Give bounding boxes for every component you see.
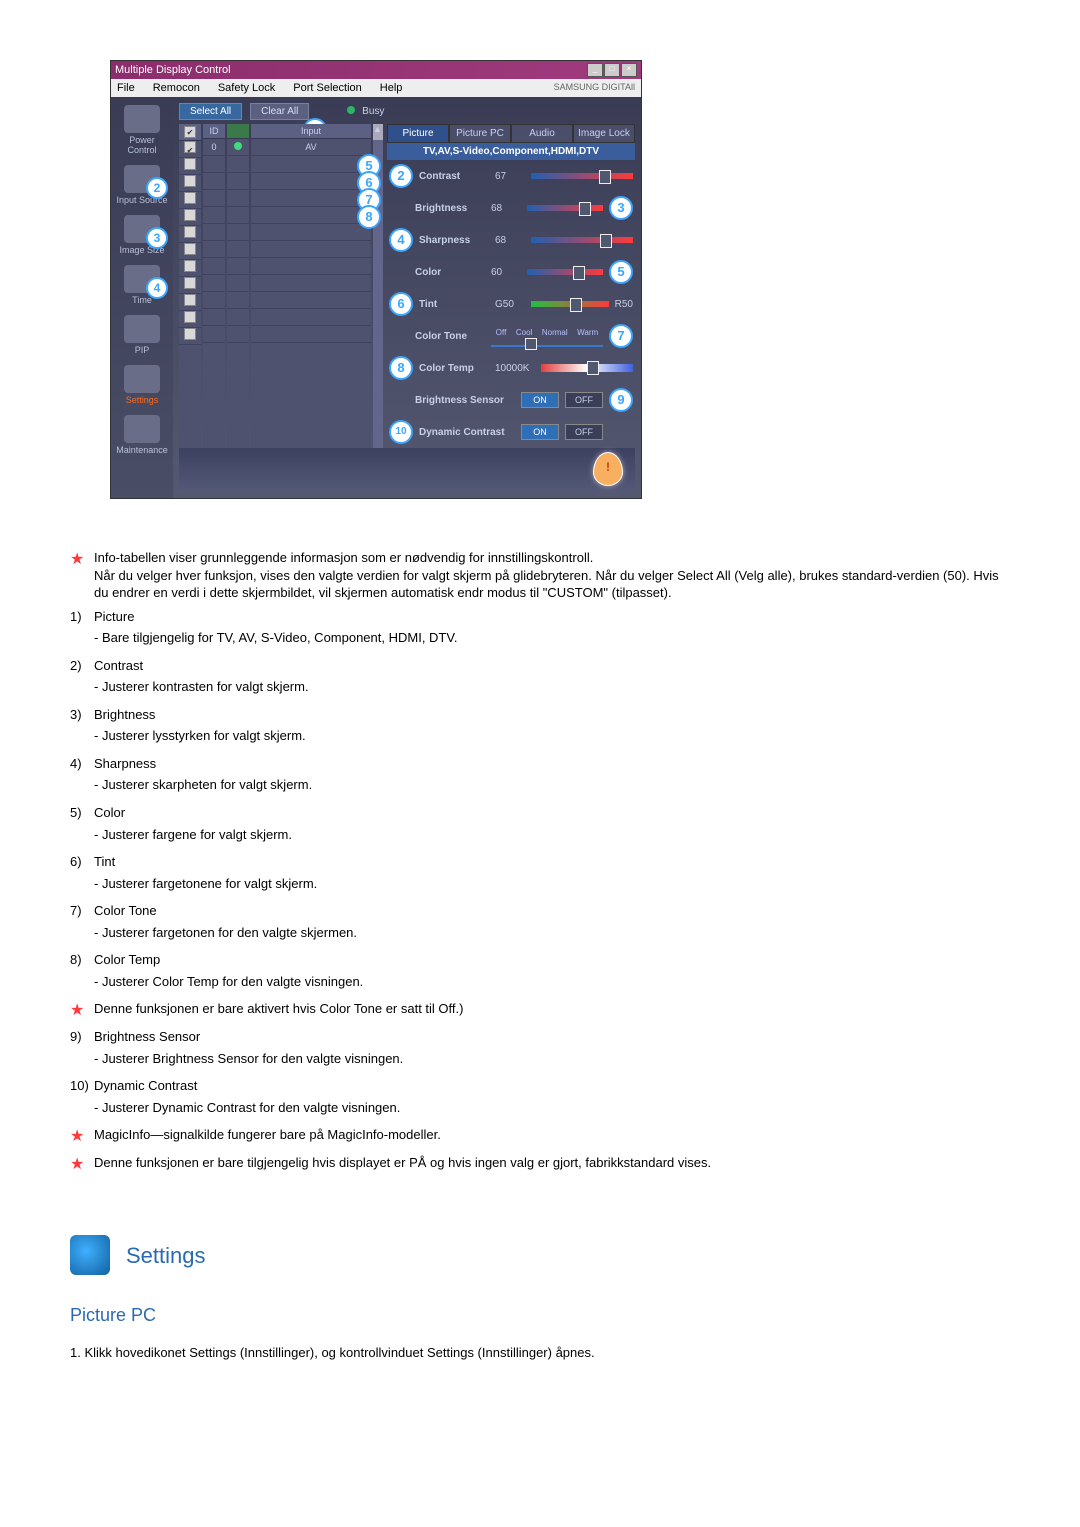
callout-contrast: 2 <box>389 164 413 188</box>
callout-brightness: 3 <box>609 196 633 220</box>
tint-slider[interactable] <box>531 301 609 307</box>
brightness-label: Brightness <box>415 203 485 214</box>
star-icon: ★ <box>70 549 94 602</box>
close-button[interactable]: × <box>621 63 637 77</box>
callout-sensor: 9 <box>609 388 633 412</box>
minimize-button[interactable]: _ <box>587 63 603 77</box>
callout-dynamic: 10 <box>389 420 413 444</box>
power-on-icon <box>234 142 242 150</box>
callout-8: 8 <box>357 205 381 229</box>
sidebar-item-time[interactable]: 4 Time <box>115 265 169 305</box>
menu-port-selection[interactable]: Port Selection <box>291 81 363 95</box>
tab-picture-pc[interactable]: Picture PC <box>449 124 511 143</box>
settings-section-icon <box>70 1235 110 1275</box>
table-col-checkbox <box>179 124 201 448</box>
header-checkbox[interactable] <box>184 126 196 138</box>
color-temp-slider[interactable] <box>541 364 633 372</box>
sharpness-value: 68 <box>495 235 525 246</box>
sidebar: Power Control 2 Input Source 3 Image Siz… <box>111 97 173 498</box>
maximize-button[interactable]: □ <box>604 63 620 77</box>
sidebar-item-pip[interactable]: PIP <box>115 315 169 355</box>
color-temp-label: Color Temp <box>419 363 489 374</box>
callout-tone: 7 <box>609 324 633 348</box>
time-icon: 4 <box>124 265 160 293</box>
table-col-input: Input AV 5 6 7 8 <box>251 124 371 448</box>
brightness-sensor-on[interactable]: ON <box>521 392 559 408</box>
clear-all-button[interactable]: Clear All <box>250 103 309 120</box>
menu-bar: File Remocon Safety Lock Port Selection … <box>111 79 641 97</box>
tab-image-lock[interactable]: Image Lock <box>573 124 635 143</box>
menu-file[interactable]: File <box>115 81 137 95</box>
dynamic-contrast-off[interactable]: OFF <box>565 424 603 440</box>
title-bar: Multiple Display Control _ □ × <box>111 61 641 79</box>
sidebar-item-settings[interactable]: Settings <box>115 365 169 405</box>
brightness-slider[interactable] <box>527 205 603 211</box>
image-size-icon: 3 <box>124 215 160 243</box>
brightness-sensor-off[interactable]: OFF <box>565 392 603 408</box>
callout-temp: 8 <box>389 356 413 380</box>
sidebar-item-maintenance[interactable]: Maintenance <box>115 415 169 455</box>
color-value: 60 <box>491 267 521 278</box>
busy-dot-icon <box>347 106 355 114</box>
footer-area: ! <box>179 448 635 492</box>
contrast-label: Contrast <box>419 171 489 182</box>
brightness-sensor-label: Brightness Sensor <box>415 395 515 406</box>
step-text: 1. Klikk hovedikonet Settings (Innstilli… <box>70 1344 1010 1362</box>
maintenance-icon <box>124 415 160 443</box>
color-label: Color <box>415 267 485 278</box>
power-icon <box>124 105 160 133</box>
star-icon: ★ <box>70 1126 94 1148</box>
select-all-button[interactable]: Select All <box>179 103 242 120</box>
callout-color: 5 <box>609 260 633 284</box>
sharpness-slider[interactable] <box>531 237 633 243</box>
window-title: Multiple Display Control <box>115 64 231 76</box>
sidebar-item-input-source[interactable]: 2 Input Source <box>115 165 169 205</box>
sidebar-item-power-control[interactable]: Power Control <box>115 105 169 155</box>
table-col-id: ID 0 <box>203 124 225 448</box>
tab-picture[interactable]: Picture <box>387 124 449 143</box>
sidebar-item-image-size[interactable]: 3 Image Size <box>115 215 169 255</box>
contrast-value: 67 <box>495 171 525 182</box>
tint-left: G50 <box>495 299 525 310</box>
star-icon: ★ <box>70 1000 94 1022</box>
sharpness-label: Sharpness <box>419 235 489 246</box>
settings-panel: Picture Picture PC Audio Image Lock TV,A… <box>387 124 635 448</box>
section-title: Settings <box>126 1241 206 1271</box>
alert-icon: ! <box>593 452 623 486</box>
subsection-title: Picture PC <box>70 1303 1010 1327</box>
dynamic-contrast-label: Dynamic Contrast <box>419 427 515 438</box>
brand-text: SAMSUNG DIGITAll <box>418 81 637 95</box>
callout-tint: 6 <box>389 292 413 316</box>
row-checkbox[interactable] <box>184 141 196 153</box>
menu-remocon[interactable]: Remocon <box>151 81 202 95</box>
settings-icon <box>124 365 160 393</box>
color-tone-label: Color Tone <box>415 331 485 342</box>
tint-label: Tint <box>419 299 489 310</box>
table-col-power <box>227 124 249 448</box>
pip-icon <box>124 315 160 343</box>
panel-subtitle: TV,AV,S-Video,Component,HDMI,DTV <box>387 143 635 160</box>
app-window: Multiple Display Control _ □ × File Remo… <box>110 60 642 499</box>
dynamic-contrast-on[interactable]: ON <box>521 424 559 440</box>
color-tone-options: Off Cool Normal Warm <box>491 326 603 337</box>
busy-indicator: Busy <box>347 106 384 117</box>
menu-safety-lock[interactable]: Safety Lock <box>216 81 277 95</box>
brightness-value: 68 <box>491 203 521 214</box>
menu-help[interactable]: Help <box>378 81 405 95</box>
star-icon: ★ <box>70 1154 94 1176</box>
color-tone-slider[interactable] <box>491 337 603 347</box>
document-text: ★ Info-tabellen viser grunnleggende info… <box>70 549 1010 1361</box>
callout-sharpness: 4 <box>389 228 413 252</box>
input-source-icon: 2 <box>124 165 160 193</box>
color-temp-value: 10000K <box>495 363 535 374</box>
tint-right: R50 <box>615 299 633 310</box>
contrast-slider[interactable] <box>531 173 633 179</box>
color-slider[interactable] <box>527 269 603 275</box>
tab-audio[interactable]: Audio <box>511 124 573 143</box>
